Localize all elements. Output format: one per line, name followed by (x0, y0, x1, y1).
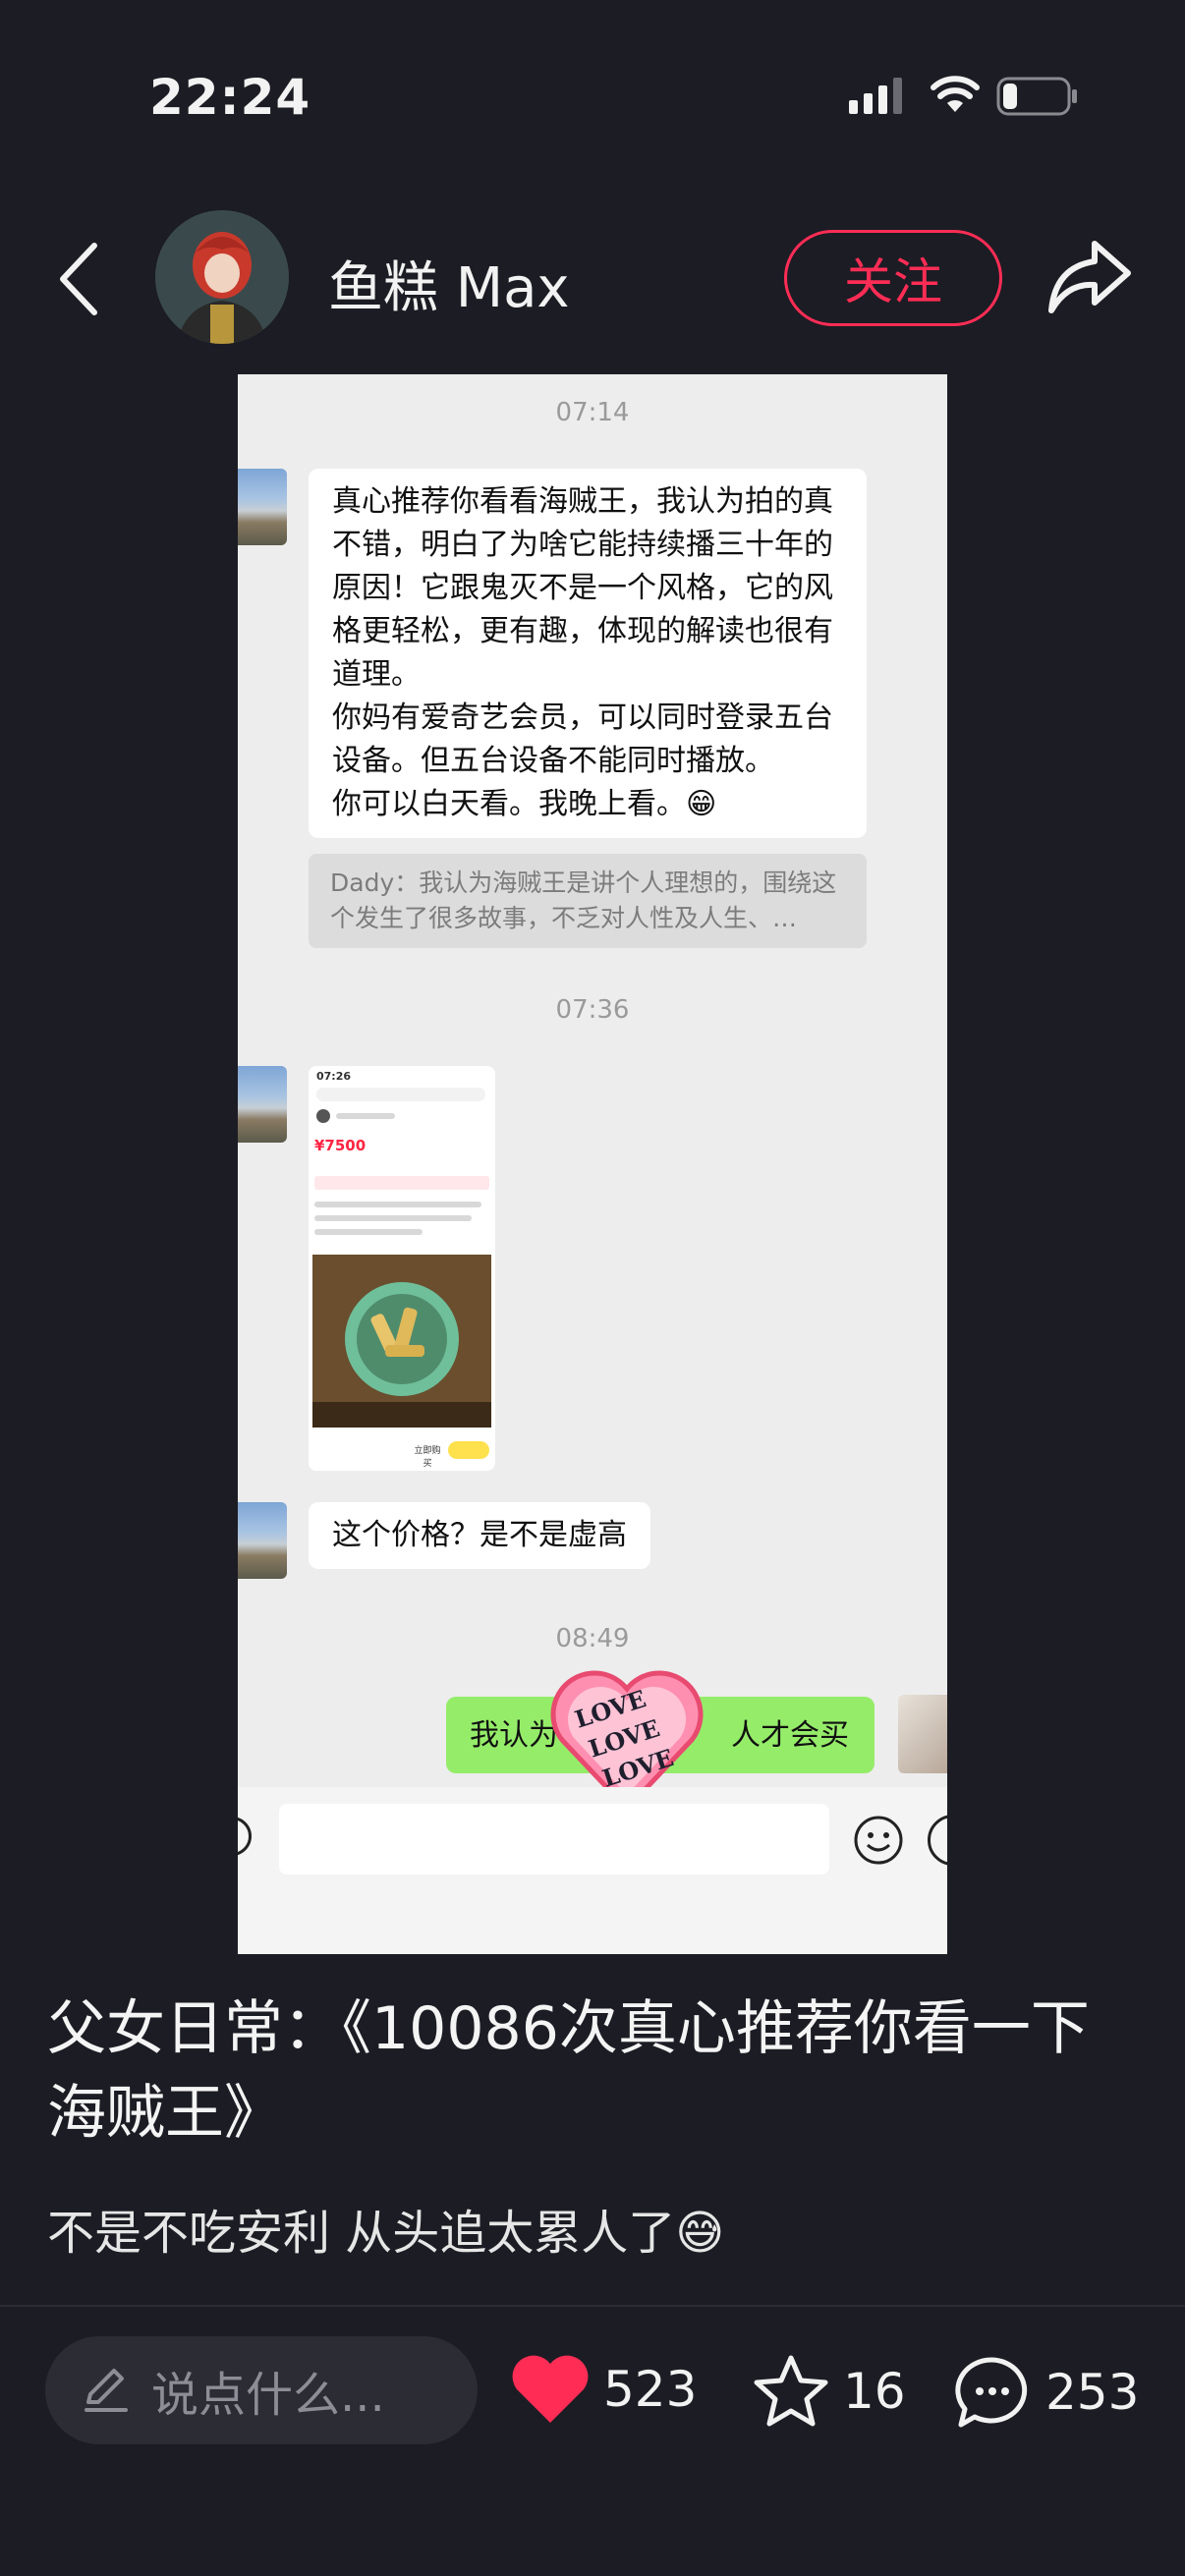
mini-action-button (448, 1441, 489, 1459)
divider (0, 2305, 1185, 2307)
avatar[interactable] (155, 210, 289, 344)
sent-message-right: 人才会买 (731, 1718, 849, 1753)
like-count: 523 (603, 2361, 698, 2418)
chat-timestamp: 07:36 (555, 995, 630, 1025)
mini-search (316, 1088, 485, 1101)
quoted-message: Dady：我认为海贼王是讲个人理想的，围绕这个发生了很多故事，不乏对人性及人生、… (309, 854, 867, 948)
chat-avatar (238, 1066, 287, 1143)
mini-time: 07:26 (316, 1070, 352, 1083)
mini-avatar (316, 1109, 330, 1123)
post-description: 不是不吃安利 从头追太累人了😅 (47, 2206, 725, 2261)
post-image[interactable]: 07:14 真心推荐你看看海贼王，我认为拍的真不错，明白了为啥它能持续播三十年的… (238, 374, 947, 1954)
shared-screenshot[interactable]: 07:26 ¥7500 立即购买 (309, 1066, 495, 1471)
emoji-icon (853, 1815, 904, 1870)
pencil-icon (81, 2363, 132, 2418)
chat-avatar (238, 1502, 287, 1579)
comment-input[interactable]: 说点什么... (45, 2336, 478, 2444)
follow-button[interactable]: 关注 (784, 230, 1002, 326)
comment-placeholder: 说点什么... (151, 2368, 385, 2423)
comment-icon (955, 2357, 1028, 2428)
mini-product-photo (312, 1255, 491, 1428)
mini-price: ¥7500 (314, 1137, 367, 1154)
back-icon[interactable] (55, 240, 104, 322)
chat-input (279, 1804, 829, 1875)
chat-avatar-self (898, 1695, 947, 1773)
heart-icon (512, 2355, 589, 2423)
chat-message: 真心推荐你看看海贼王，我认为拍的真不错，明白了为啥它能持续播三十年的原因！它跟鬼… (309, 469, 867, 838)
signal-icon (847, 77, 908, 120)
star-icon (754, 2355, 828, 2427)
like-button[interactable]: 523 (511, 2354, 697, 2425)
battery-icon (996, 77, 1079, 120)
comment-count: 253 (1045, 2364, 1140, 2421)
comment-button[interactable]: 253 (953, 2354, 1139, 2431)
chat-avatar (238, 469, 287, 545)
chat-timestamp: 08:49 (555, 1624, 630, 1653)
post-title: 父女日常：《10086次真心推荐你看一下海贼王》 (47, 1994, 1090, 2148)
chat-message: 这个价格？是不是虚高 (309, 1502, 650, 1569)
wifi-icon (930, 73, 981, 120)
sent-message-left: 我认为 (470, 1718, 558, 1753)
status-time: 22:24 (149, 69, 311, 126)
share-icon[interactable] (1045, 236, 1134, 322)
star-count: 16 (843, 2363, 906, 2420)
chat-timestamp: 07:14 (555, 398, 630, 427)
mini-coupon (314, 1176, 489, 1190)
username[interactable]: 鱼糕 Max (328, 244, 570, 323)
mini-buy-label: 立即购买 (411, 1443, 444, 1469)
collect-button[interactable]: 16 (753, 2354, 906, 2429)
